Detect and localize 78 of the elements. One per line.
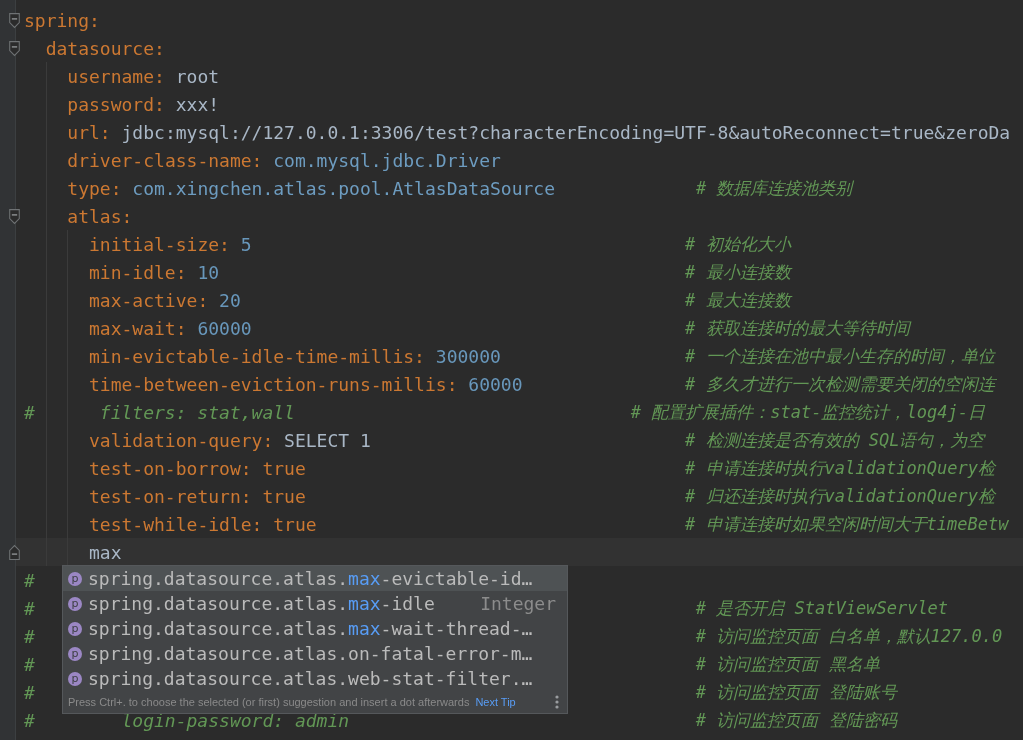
yaml-key: driver-class-name: — [67, 149, 263, 171]
type-hint: Integer — [480, 593, 556, 614]
yaml-key: password: — [67, 93, 165, 115]
yaml-key: atlas: — [67, 205, 133, 227]
yaml-key: spring: — [24, 9, 100, 31]
fold-end-icon[interactable] — [8, 543, 21, 561]
yaml-key: username: — [67, 65, 165, 87]
yaml-value: xxx! — [175, 93, 220, 115]
yaml-value: root — [175, 65, 220, 87]
code-comment: # 申请连接时执行validationQuery检 — [685, 456, 996, 480]
yaml-value: com.xingchen.atlas.pool.AtlasDataSource — [132, 177, 555, 199]
code-comment: # 配置扩展插件：stat-监控统计，log4j-日 — [630, 400, 985, 424]
property-badge: p — [68, 671, 82, 686]
yaml-value: true — [273, 513, 317, 535]
yaml-value: true — [262, 485, 306, 507]
yaml-key: min-idle: — [89, 261, 187, 283]
suggestion-item[interactable]: p spring.datasource.atlas.max-evictable-id… — [63, 566, 567, 591]
yaml-key: max-active: — [89, 289, 209, 311]
code-comment: # 访问监控页面 登陆密码 — [695, 708, 897, 732]
yaml-value: jdbc:mysql://127.0.0.1:3306/test?characterEncoding=UTF-8&autoReconnect=true&zeroDa — [121, 121, 1011, 143]
yaml-key: url: — [67, 121, 111, 143]
yaml-value: com.mysql.jdbc.Driver — [273, 149, 501, 171]
yaml-key: type: — [67, 177, 122, 199]
comment-marker: # — [24, 709, 35, 731]
code-comment: # 初始化大小 — [685, 232, 791, 256]
fold-marker-icon[interactable] — [8, 11, 21, 29]
property-badge: p — [68, 596, 82, 611]
suggestion-item[interactable]: p spring.datasource.atlas.max-idle Integer — [63, 591, 567, 616]
code-comment: # 是否开启 StatViewServlet — [695, 596, 949, 620]
code-comment: # 最大连接数 — [685, 288, 791, 312]
yaml-key: min-evictable-idle-time-millis: — [89, 345, 425, 367]
suggestion-item[interactable]: p spring.datasource.atlas.on-fatal-error-m… — [63, 641, 567, 666]
yaml-key: initial-size: — [89, 233, 230, 255]
comment-marker: # — [24, 653, 35, 675]
code-comment: # 归还连接时执行validationQuery检 — [685, 484, 996, 508]
code-comment: # 访问监控页面 黑名单 — [695, 652, 880, 676]
property-badge: p — [68, 571, 82, 586]
comment-marker: # — [24, 401, 35, 423]
code-comment: # 数据库连接池类别 — [695, 176, 853, 200]
yaml-key: datasource: — [45, 37, 165, 59]
yaml-value: 20 — [219, 289, 241, 311]
property-badge: p — [68, 646, 82, 661]
yaml-key: test-on-borrow: — [89, 457, 252, 479]
code-comment: # 申请连接时如果空闲时间大于timeBetw — [685, 512, 1009, 536]
hint-text: Press Ctrl+. to choose the selected (or first) suggestion and insert a dot afterwards — [68, 696, 470, 708]
commented-code: filters: stat,wall — [99, 401, 295, 423]
comment-marker: # — [24, 569, 35, 591]
code-comment: # 访问监控页面 登陆账号 — [695, 680, 897, 704]
comment-marker: # — [24, 625, 35, 647]
yaml-key: max-wait: — [89, 317, 187, 339]
suggestion-item[interactable]: p spring.datasource.atlas.max-wait-thread-… — [63, 616, 567, 641]
code-comment: # 最小连接数 — [685, 260, 791, 284]
commented-code: login-password: admin — [121, 709, 350, 731]
typed-text: max — [89, 541, 122, 563]
yaml-value: 60000 — [468, 373, 523, 395]
more-icon[interactable] — [555, 695, 559, 709]
yaml-value: true — [262, 457, 306, 479]
code-comment: # 检测连接是否有效的 SQL语句，为空 — [685, 428, 985, 452]
code-comment: # 多久才进行一次检测需要关闭的空闲连 — [685, 372, 995, 396]
next-tip-link[interactable]: Next Tip — [475, 696, 516, 708]
suggestion-item[interactable]: p spring.datasource.atlas.web-stat-filter.… — [63, 666, 567, 691]
yaml-value: 10 — [197, 261, 220, 283]
comment-marker: # — [24, 597, 35, 619]
yaml-value: SELECT 1 — [284, 429, 371, 451]
fold-marker-icon[interactable] — [8, 39, 21, 57]
comment-marker: # — [24, 681, 35, 703]
yaml-key: test-on-return: — [89, 485, 252, 507]
yaml-key: validation-query: — [89, 429, 274, 451]
yaml-value: 5 — [240, 233, 252, 255]
property-badge: p — [68, 621, 82, 636]
code-comment: # 访问监控页面 白名单，默认127.0.0 — [695, 624, 1003, 648]
yaml-value: 60000 — [197, 317, 252, 339]
yaml-value: 300000 — [435, 345, 501, 367]
fold-marker-icon[interactable] — [8, 207, 21, 225]
code-comment: # 一个连接在池中最小生存的时间，单位 — [685, 344, 995, 368]
code-comment: # 获取连接时的最大等待时间 — [685, 316, 910, 340]
yaml-key: time-between-eviction-runs-millis: — [89, 373, 458, 395]
yaml-key: test-while-idle: — [89, 513, 263, 535]
